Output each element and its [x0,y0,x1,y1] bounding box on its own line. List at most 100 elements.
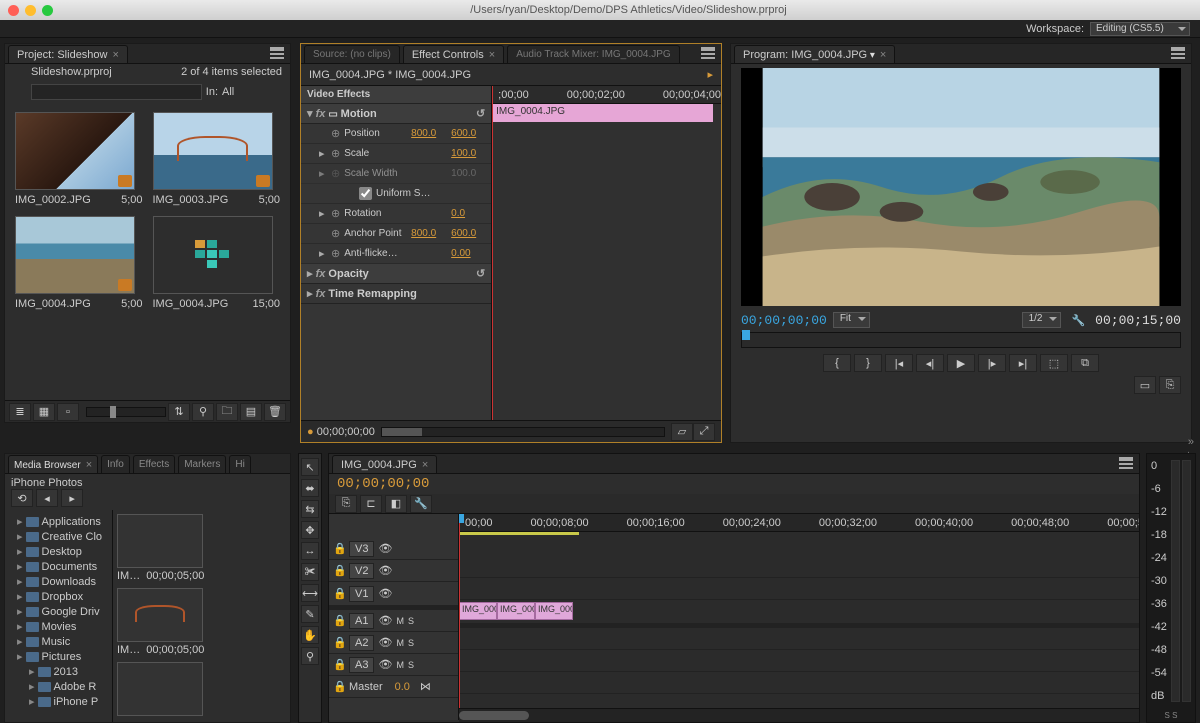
efc-timecode[interactable]: ● 00;00;00;00 [307,426,375,438]
solo-button[interactable]: S [408,638,414,648]
new-item-icon[interactable]: ▤ [240,403,262,421]
tab-audio-mixer[interactable]: Audio Track Mixer: IMG_0004.JPG [507,45,680,63]
tab-effect-controls[interactable]: Effect Controls× [403,45,504,63]
close-window-icon[interactable] [8,5,19,16]
thumb-size-slider[interactable] [86,407,166,417]
lock-icon[interactable]: 🔒 [333,680,345,693]
zoom-in-icon[interactable]: ⤢ [693,423,715,441]
meter-solo-label[interactable]: S S [1147,711,1195,720]
track-name[interactable]: V1 [349,586,374,602]
media-thumbnail[interactable] [117,662,203,716]
prop-scale[interactable]: ▸⊕ Scale 100.0 [301,144,491,164]
audio-track[interactable] [459,628,1139,650]
program-viewport[interactable] [741,68,1181,306]
nav-fwd-icon[interactable]: ▸ [61,489,83,507]
video-track[interactable]: IMG_000IMG_000IMG_000 [459,600,1139,624]
prop-rotation[interactable]: ▸⊕ Rotation 0.0 [301,204,491,224]
video-track-header[interactable]: 🔒V3👁 [329,538,458,560]
lock-icon[interactable]: 🔒 [333,636,345,649]
timeline-scrollbar[interactable] [459,708,1139,722]
program-current-tc[interactable]: 00;00;00;00 [741,313,827,328]
tree-item[interactable]: ▸2013 [7,664,110,679]
toggle-output-icon[interactable]: 👁 [378,614,392,627]
master-track-header[interactable]: 🔒Master0.0⋈ [329,676,458,698]
rolling-tool-icon[interactable]: ✥ [301,521,319,539]
tree-item[interactable]: ▸iPhone P [7,694,110,709]
tab-markers[interactable]: Markers [178,455,226,473]
insert-icon[interactable]: ⎘ [335,495,357,513]
zoom-tool-icon[interactable]: ⚲ [301,647,319,665]
snap-icon[interactable]: ⊏ [360,495,382,513]
prop-position[interactable]: ⊕ Position 800.0 600.0 [301,124,491,144]
timeline-clip[interactable]: IMG_000 [459,602,497,620]
track-name[interactable]: A1 [349,613,374,629]
list-view-icon[interactable]: ≣ [9,403,31,421]
tree-item[interactable]: ▸Downloads [7,574,110,589]
lock-icon[interactable]: 🔒 [333,614,345,627]
refresh-icon[interactable]: ⟲ [11,489,33,507]
mark-out-button[interactable]: } [854,354,882,372]
tree-item[interactable]: ▸Music [7,634,110,649]
tab-hi[interactable]: Hi [229,455,250,473]
tab-program[interactable]: Program: IMG_0004.JPG ▾× [734,45,895,63]
folder-tree[interactable]: ▸Applications▸Creative Clo▸Desktop▸Docum… [5,510,113,723]
solo-button[interactable]: S [408,660,414,670]
panel-menu-icon[interactable] [1171,47,1185,61]
group-video-effects[interactable]: Video Effects [301,86,491,104]
chevron-right-icon[interactable]: ▸ [707,68,713,81]
toggle-output-icon[interactable]: 👁 [378,587,392,600]
efc-clip-bar[interactable]: IMG_0004.JPG [492,104,713,122]
toggle-output-icon[interactable]: 👁 [378,658,392,671]
ripple-tool-icon[interactable]: ⇆ [301,500,319,518]
hand-tool-icon[interactable]: ✋ [301,626,319,644]
tab-project[interactable]: Project: Slideshow× [8,45,128,63]
lock-icon[interactable]: 🔒 [333,564,345,577]
nav-back-icon[interactable]: ◂ [36,489,58,507]
track-select-tool-icon[interactable]: ⬌ [301,479,319,497]
extract-button[interactable]: ⧉ [1071,354,1099,372]
keyframe-icon[interactable]: ⋈ [420,680,431,693]
tree-item[interactable]: ▸Movies [7,619,110,634]
uniform-scale-checkbox[interactable] [359,187,372,200]
media-item[interactable] [117,662,286,718]
mark-in-button[interactable]: { [823,354,851,372]
goto-out-button[interactable]: ▸| [1009,354,1037,372]
project-search-input[interactable] [31,84,202,100]
track-name[interactable]: V2 [349,563,374,579]
mute-button[interactable]: M [396,638,404,648]
trash-icon[interactable]: 🗑 [264,403,286,421]
master-value[interactable]: 0.0 [395,681,410,693]
media-source-select[interactable]: iPhone Photos [11,477,284,489]
tab-media-browser[interactable]: Media Browser× [8,455,98,473]
timeline-timecode[interactable]: 00;00;00;00 [329,474,1139,494]
track-name[interactable]: V3 [349,541,374,557]
bin-thumbnail[interactable] [153,216,273,294]
tree-item[interactable]: ▸Documents [7,559,110,574]
bin-item[interactable]: IMG_0004.JPG5;00 [15,216,143,310]
tree-item[interactable]: ▸Pictures [7,649,110,664]
efc-scrollbar[interactable] [381,427,665,437]
audio-track-header[interactable]: 🔒A1👁MS [329,610,458,632]
new-bin-icon[interactable]: 🗀 [216,403,238,421]
zoom-fit-select[interactable]: Fit [833,312,870,328]
panel-menu-icon[interactable] [270,47,284,61]
tree-item[interactable]: ▸Google Driv [7,604,110,619]
prop-antiflicker[interactable]: ▸⊕ Anti-flicke… 0.00 [301,244,491,264]
video-track[interactable] [459,556,1139,578]
media-thumbnail[interactable] [117,514,203,568]
tree-item[interactable]: ▸Desktop [7,544,110,559]
resolution-select[interactable]: 1/2 [1022,312,1062,328]
bin-item[interactable]: IMG_0002.JPG5;00 [15,112,143,206]
settings-icon[interactable]: 🔧 [1071,314,1085,327]
slip-tool-icon[interactable]: ⟷ [301,584,319,602]
solo-button[interactable]: S [408,616,414,626]
program-scrubber[interactable] [741,332,1181,348]
prop-anchor[interactable]: ⊕ Anchor Point 800.0 600.0 [301,224,491,244]
tab-effects[interactable]: Effects [133,455,175,473]
audio-track-header[interactable]: 🔒A3👁MS [329,654,458,676]
audio-track-header[interactable]: 🔒A2👁MS [329,632,458,654]
media-item[interactable]: IM…00;00;05;00 [117,514,286,582]
minimize-window-icon[interactable] [25,5,36,16]
more-panels-icon[interactable]: » [1188,436,1194,448]
group-opacity[interactable]: ▸ fx Opacity↺ [301,264,491,284]
